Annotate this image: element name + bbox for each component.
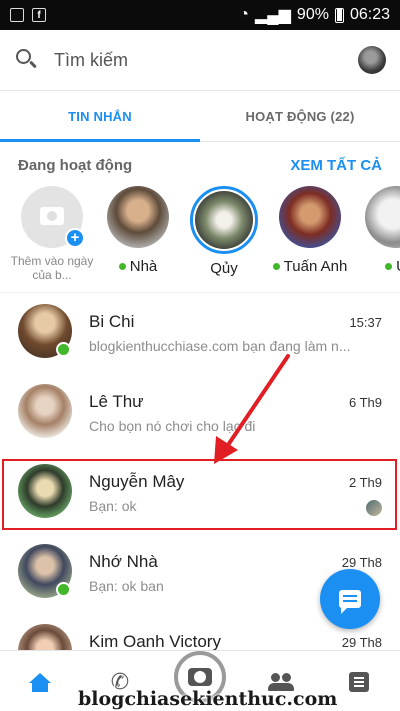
camera-icon bbox=[188, 668, 212, 686]
nav-home[interactable] bbox=[24, 666, 56, 698]
compose-icon bbox=[339, 590, 361, 614]
list-icon bbox=[349, 672, 369, 692]
compose-button[interactable] bbox=[320, 569, 380, 629]
home-icon bbox=[29, 673, 51, 692]
nav-more[interactable] bbox=[343, 666, 375, 698]
watermark: blogchiasekienthuc.com bbox=[78, 688, 338, 710]
